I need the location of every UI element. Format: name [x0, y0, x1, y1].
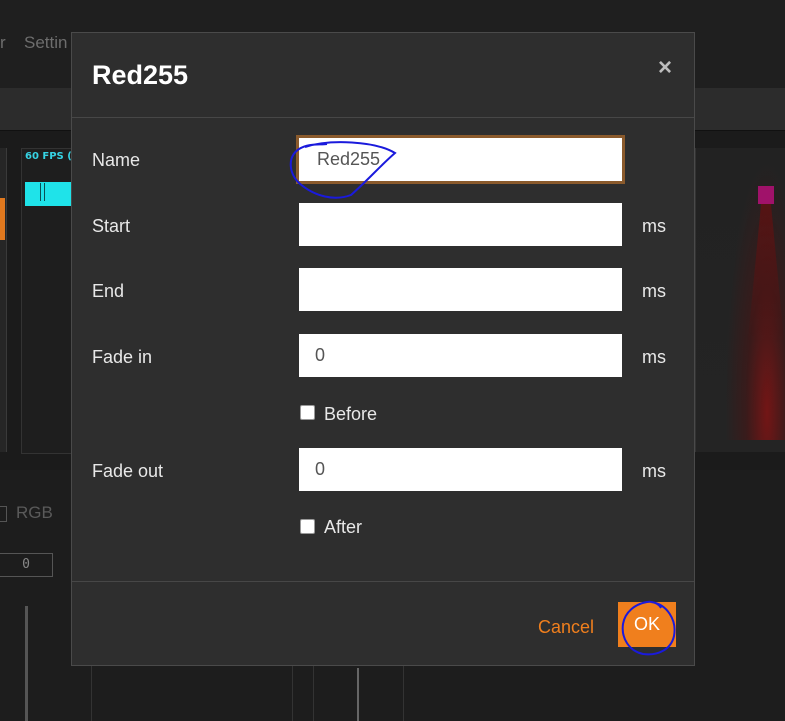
start-unit: ms [642, 216, 666, 236]
fps-graph-spike [40, 183, 41, 201]
rgb-label: RGB [16, 503, 53, 522]
rgb-checkbox[interactable] [0, 506, 7, 522]
edit-cue-dialog: Red255 × Name Start ms End ms Fade in ms… [71, 32, 695, 666]
end-input[interactable] [299, 268, 622, 311]
after-label[interactable]: After [324, 517, 362, 538]
dialog-title: Red255 [92, 60, 189, 90]
fps-graph-spike [44, 183, 45, 201]
menu-item-settings[interactable]: Settin [24, 33, 67, 53]
fps-counter: 60 FPS ( [25, 151, 72, 162]
fade-out-input[interactable] [299, 448, 622, 491]
cancel-button[interactable]: Cancel [538, 617, 594, 638]
value-input[interactable]: 0 [0, 553, 53, 577]
vertical-slider[interactable] [25, 606, 28, 721]
dialog-footer: Cancel OK [72, 581, 694, 666]
name-input[interactable] [296, 135, 625, 184]
close-icon[interactable]: × [654, 56, 676, 80]
ok-button[interactable]: OK [618, 602, 676, 647]
start-label: Start [92, 216, 131, 236]
end-unit: ms [642, 281, 666, 301]
before-label[interactable]: Before [324, 404, 377, 425]
fade-in-input[interactable] [299, 334, 622, 377]
end-label: End [92, 281, 125, 301]
after-checkbox[interactable] [300, 519, 315, 534]
start-input[interactable] [299, 203, 622, 246]
left-panel [0, 148, 7, 452]
name-label: Name [92, 150, 141, 170]
before-checkbox[interactable] [300, 405, 315, 420]
menu-item-partial[interactable]: r [0, 33, 6, 53]
fade-in-unit: ms [642, 347, 666, 367]
fade-out-unit: ms [642, 461, 666, 481]
light-fixture[interactable] [758, 186, 774, 204]
fps-graph [25, 182, 72, 206]
fade-in-label: Fade in [92, 347, 153, 367]
fade-out-label: Fade out [92, 461, 164, 481]
dialog-header: Red255 × [72, 33, 694, 118]
active-tab-indicator[interactable] [0, 198, 5, 240]
vertical-line [357, 668, 359, 721]
